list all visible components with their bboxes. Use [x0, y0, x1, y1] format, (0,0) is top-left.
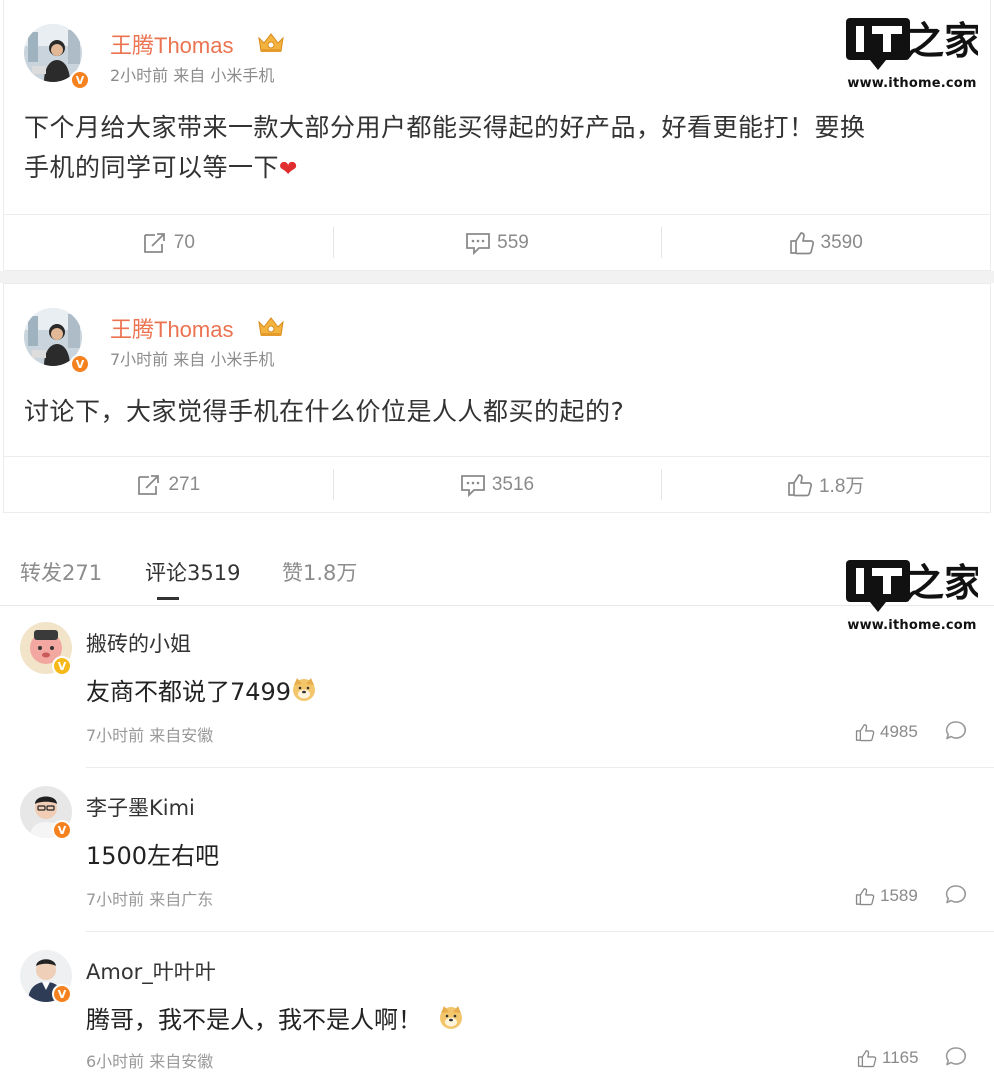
doge-emoji-icon [291, 676, 317, 702]
like-icon [789, 231, 815, 255]
verified-badge-icon: V [52, 820, 72, 840]
post-content: 下个月给大家带来一款大部分用户都能买得起的好产品，好看更能打！要换 手机的同学可… [24, 108, 960, 190]
repost-count: 70 [173, 231, 195, 253]
comment-icon [465, 231, 491, 255]
comment-button[interactable]: 3516 [332, 457, 662, 512]
post-content-line: 手机的同学可以等一下❤ [24, 148, 960, 190]
comment-meta: 7小时前 来自广东 [86, 890, 214, 909]
comment-like-count: 4985 [880, 722, 918, 741]
tab-reposts[interactable]: 转发271 [20, 557, 102, 587]
comment-like-button[interactable]: 4985 [855, 722, 918, 742]
author-username[interactable]: 王腾Thomas [110, 312, 233, 344]
comment-meta: 7小时前 来自安徽 [86, 726, 214, 745]
weibo-post-2: V 王腾Thomas 7小时前 来自 小米手机 讨论下，大家觉得手机在什么价位是… [4, 284, 990, 512]
comment-meta: 6小时前 来自安徽 [86, 1052, 214, 1071]
reply-icon[interactable] [945, 1046, 967, 1068]
comment-text: 友商不都说了7499 [86, 672, 317, 707]
comment-divider [86, 931, 994, 932]
verified-badge-icon: V [52, 656, 72, 676]
comment-text: 腾哥，我不是人，我不是人啊！ [86, 1000, 464, 1035]
like-icon [855, 723, 875, 742]
comment-text: 1500左右吧 [86, 842, 220, 870]
post-meta: 2小时前 来自 小米手机 [110, 66, 275, 85]
comment-like-button[interactable]: 1165 [857, 1048, 919, 1068]
comment-item: V 搬砖的小姐 友商不都说了7499 7小时前 来自安徽 4985 [0, 622, 994, 768]
doge-emoji-icon [438, 1004, 464, 1030]
verified-badge-icon: V [70, 354, 90, 374]
comment-count: 559 [497, 231, 529, 253]
post-action-bar: 70 559 3590 [4, 214, 990, 270]
repost-count: 271 [168, 473, 201, 495]
tab-comments[interactable]: 评论3519 [145, 557, 240, 587]
feed-separator [0, 271, 994, 283]
tab-likes[interactable]: 赞1.8万 [282, 557, 357, 587]
like-count: 1.8万 [818, 476, 865, 497]
reply-icon[interactable] [945, 884, 967, 906]
comment-divider [86, 767, 994, 768]
comment-like-button[interactable]: 1589 [855, 886, 918, 906]
comment-item: V 李子墨Kimi 1500左右吧 7小时前 来自广东 1589 [0, 786, 994, 932]
comment-like-count: 1165 [882, 1048, 919, 1067]
repost-button[interactable]: 70 [4, 215, 333, 270]
like-icon [857, 1049, 877, 1068]
comment-button[interactable]: 559 [332, 215, 662, 270]
repost-icon [142, 231, 168, 255]
reply-icon[interactable] [945, 720, 967, 742]
comment-count: 3516 [491, 473, 535, 495]
watermark-url: www.ithome.com [847, 76, 977, 91]
crown-icon [256, 314, 286, 338]
post-content: 讨论下，大家觉得手机在什么价位是人人都买的起的? [24, 392, 960, 432]
like-button[interactable]: 1.8万 [661, 457, 990, 512]
post-content-line: 下个月给大家带来一款大部分用户都能买得起的好产品，好看更能打！要换 [24, 113, 866, 142]
like-icon [855, 887, 875, 906]
post-content-text: 手机的同学可以等一下 [24, 153, 280, 182]
crown-icon [256, 30, 286, 54]
repost-button[interactable]: 271 [4, 457, 333, 512]
post-meta: 7小时前 来自 小米手机 [110, 350, 275, 369]
commenter-username[interactable]: 搬砖的小姐 [86, 628, 191, 658]
heart-emoji-icon: ❤ [279, 157, 298, 182]
like-icon [787, 473, 813, 497]
post-content-line: 讨论下，大家觉得手机在什么价位是人人都买的起的? [24, 397, 625, 426]
active-tab-indicator [157, 597, 179, 600]
commenter-username[interactable]: Amor_叶叶叶 [86, 956, 216, 986]
verified-badge-icon: V [70, 70, 90, 90]
verified-badge-icon: V [52, 984, 72, 1004]
like-count: 3590 [820, 231, 863, 253]
commenter-username[interactable]: 李子墨Kimi [86, 792, 195, 822]
weibo-post-1: V 王腾Thomas 2小时前 来自 小米手机 下个月给大家带来一款大部分用户都… [4, 0, 990, 270]
ithome-logo-icon: 之家 [846, 560, 982, 612]
ithome-watermark: 之家 www.ithome.com [846, 16, 982, 94]
comment-icon [460, 473, 486, 497]
svg-text:之家: 之家 [906, 18, 978, 63]
repost-icon [136, 473, 162, 497]
like-button[interactable]: 3590 [661, 215, 990, 270]
svg-text:之家: 之家 [906, 560, 978, 605]
post-action-bar: 271 3516 1.8万 [4, 456, 990, 512]
comment-like-count: 1589 [880, 886, 918, 905]
comment-text-content: 腾哥，我不是人，我不是人啊！ [86, 1006, 422, 1034]
detail-tab-bar: 转发271 评论3519 赞1.8万 [0, 545, 994, 606]
comment-item: V Amor_叶叶叶 腾哥，我不是人，我不是人啊！ 6小时前 来自安徽 1165 [0, 950, 994, 1080]
ithome-logo-icon: 之家 [846, 18, 982, 70]
author-username[interactable]: 王腾Thomas [110, 28, 233, 60]
comment-text-content: 友商不都说了7499 [86, 678, 292, 706]
